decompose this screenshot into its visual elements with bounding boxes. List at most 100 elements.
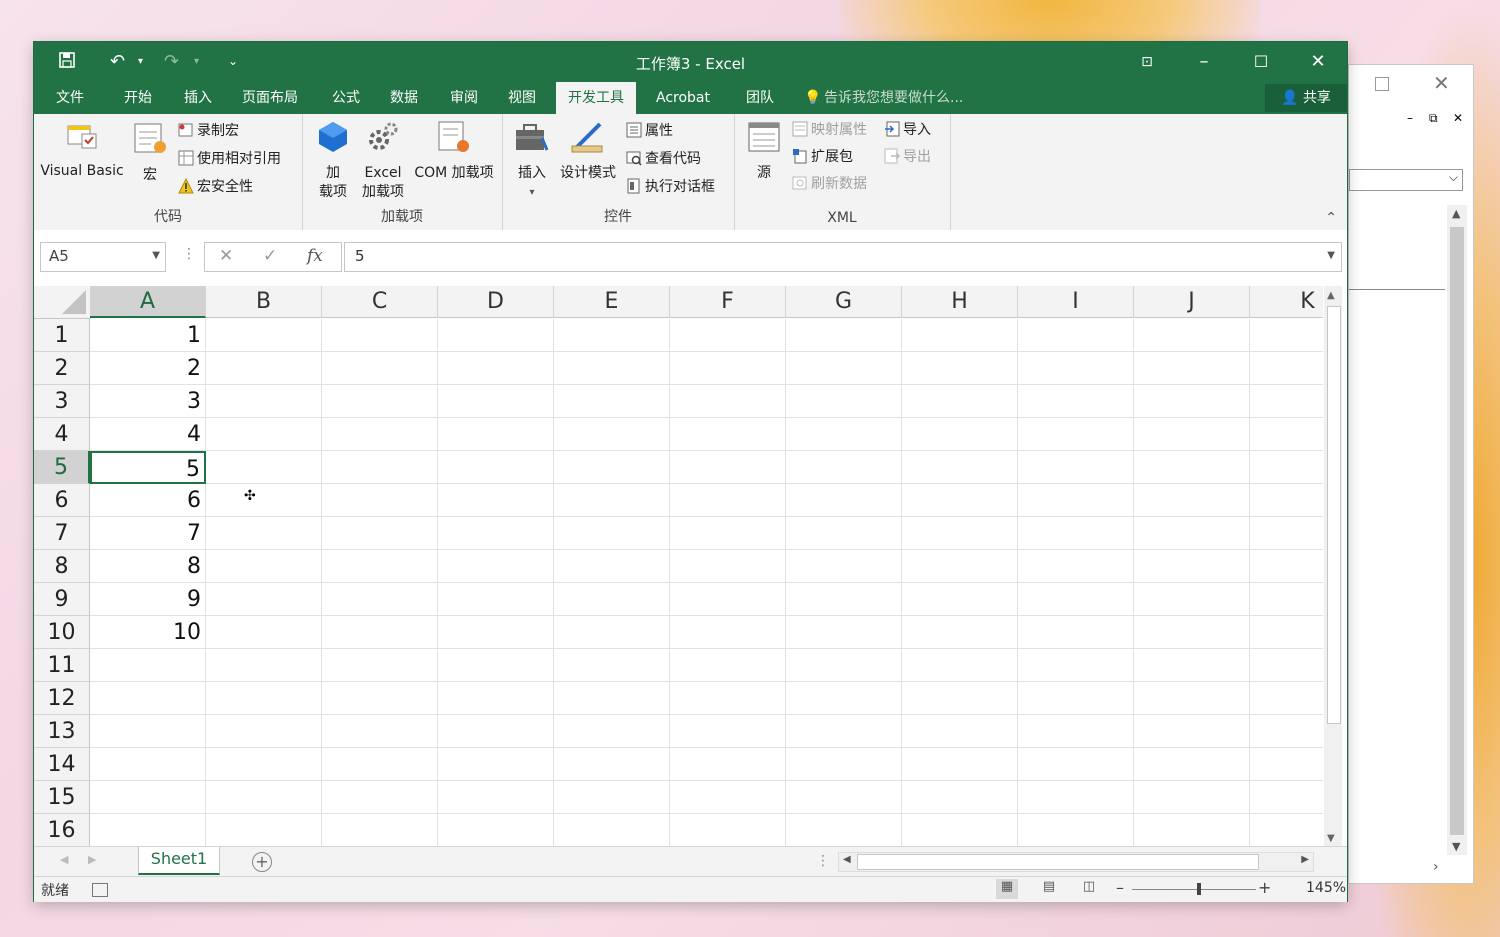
cell-a1[interactable]: 1	[90, 319, 206, 352]
cell-i2[interactable]	[1018, 352, 1134, 385]
cell-c7[interactable]	[322, 517, 438, 550]
cell-j14[interactable]	[1134, 748, 1250, 781]
cell-k8[interactable]	[1250, 550, 1323, 583]
cell-i9[interactable]	[1018, 583, 1134, 616]
cell-d12[interactable]	[438, 682, 554, 715]
cell-h12[interactable]	[902, 682, 1018, 715]
cell-f4[interactable]	[670, 418, 786, 451]
cell-f8[interactable]	[670, 550, 786, 583]
cell-j16[interactable]	[1134, 814, 1250, 846]
column-header-b[interactable]: B	[206, 286, 322, 318]
cell-b15[interactable]	[206, 781, 322, 814]
cell-b11[interactable]	[206, 649, 322, 682]
cell-b5[interactable]	[206, 451, 322, 484]
cell-b4[interactable]	[206, 418, 322, 451]
cell-b13[interactable]	[206, 715, 322, 748]
tab-insert[interactable]: 插入	[182, 82, 214, 114]
cell-a11[interactable]	[90, 649, 206, 682]
tab-view[interactable]: 视图	[506, 82, 538, 114]
cell-j6[interactable]	[1134, 484, 1250, 517]
vertical-scrollbar[interactable]: ▲ ▼	[1324, 286, 1342, 846]
cell-i3[interactable]	[1018, 385, 1134, 418]
cell-j11[interactable]	[1134, 649, 1250, 682]
visual-basic-button[interactable]: Visual Basic	[38, 120, 126, 181]
row-header-12[interactable]: 12	[34, 682, 90, 715]
cell-g11[interactable]	[786, 649, 902, 682]
cell-i4[interactable]	[1018, 418, 1134, 451]
row-header-11[interactable]: 11	[34, 649, 90, 682]
cell-h10[interactable]	[902, 616, 1018, 649]
cell-j7[interactable]	[1134, 517, 1250, 550]
sheet-next-icon[interactable]: ▶	[88, 853, 96, 866]
column-header-c[interactable]: C	[322, 286, 438, 318]
cell-g9[interactable]	[786, 583, 902, 616]
cell-b1[interactable]	[206, 319, 322, 352]
name-box[interactable]: A5 ▼	[40, 242, 166, 272]
column-header-h[interactable]: H	[902, 286, 1018, 318]
cell-k16[interactable]	[1250, 814, 1323, 846]
cell-d9[interactable]	[438, 583, 554, 616]
cell-g14[interactable]	[786, 748, 902, 781]
cell-f6[interactable]	[670, 484, 786, 517]
cell-d11[interactable]	[438, 649, 554, 682]
cell-k7[interactable]	[1250, 517, 1323, 550]
cell-b8[interactable]	[206, 550, 322, 583]
cell-b6[interactable]	[206, 484, 322, 517]
cell-e6[interactable]	[554, 484, 670, 517]
cell-k13[interactable]	[1250, 715, 1323, 748]
scroll-right-icon[interactable]: ›	[1433, 859, 1439, 875]
column-header-a[interactable]: A	[90, 286, 206, 318]
cell-c6[interactable]	[322, 484, 438, 517]
close-icon[interactable]: ✕	[1433, 71, 1450, 95]
cell-i8[interactable]	[1018, 550, 1134, 583]
cell-f2[interactable]	[670, 352, 786, 385]
properties-button[interactable]: 属性	[626, 120, 673, 142]
minimize-icon[interactable]: –	[1179, 48, 1229, 76]
import-button[interactable]: 导入	[884, 119, 931, 141]
cell-f11[interactable]	[670, 649, 786, 682]
cell-g3[interactable]	[786, 385, 902, 418]
horizontal-scroll-thumb[interactable]	[857, 854, 1259, 870]
cell-i13[interactable]	[1018, 715, 1134, 748]
cell-a7[interactable]: 7	[90, 517, 206, 550]
cell-a8[interactable]: 8	[90, 550, 206, 583]
cell-g15[interactable]	[786, 781, 902, 814]
cell-c16[interactable]	[322, 814, 438, 846]
cancel-icon[interactable]: ✕	[219, 246, 233, 266]
column-header-f[interactable]: F	[670, 286, 786, 318]
scroll-left-icon[interactable]: ◀	[843, 854, 851, 865]
cell-g5[interactable]	[786, 451, 902, 484]
cell-b12[interactable]	[206, 682, 322, 715]
row-header-10[interactable]: 10	[34, 616, 90, 649]
cell-f1[interactable]	[670, 319, 786, 352]
cell-e16[interactable]	[554, 814, 670, 846]
cell-h9[interactable]	[902, 583, 1018, 616]
row-header-14[interactable]: 14	[34, 748, 90, 781]
close-icon[interactable]: ✕	[1453, 111, 1463, 125]
scroll-down-icon[interactable]: ▼	[1452, 840, 1460, 853]
row-header-3[interactable]: 3	[34, 385, 90, 418]
share-button[interactable]: 👤 共享	[1265, 84, 1347, 112]
tab-review[interactable]: 审阅	[448, 82, 480, 114]
cell-a4[interactable]: 4	[90, 418, 206, 451]
cell-e9[interactable]	[554, 583, 670, 616]
cell-g12[interactable]	[786, 682, 902, 715]
row-header-7[interactable]: 7	[34, 517, 90, 550]
cell-e4[interactable]	[554, 418, 670, 451]
tab-file[interactable]: 文件	[54, 82, 86, 114]
column-header-k[interactable]: K	[1250, 286, 1323, 318]
cell-k12[interactable]	[1250, 682, 1323, 715]
cell-g4[interactable]	[786, 418, 902, 451]
cell-k15[interactable]	[1250, 781, 1323, 814]
record-macro-button[interactable]: 录制宏	[178, 120, 239, 142]
cell-f3[interactable]	[670, 385, 786, 418]
zoom-slider-knob[interactable]	[1197, 883, 1201, 895]
cell-c10[interactable]	[322, 616, 438, 649]
cell-a10[interactable]: 10	[90, 616, 206, 649]
cell-d14[interactable]	[438, 748, 554, 781]
cell-i1[interactable]	[1018, 319, 1134, 352]
cell-h4[interactable]	[902, 418, 1018, 451]
column-header-g[interactable]: G	[786, 286, 902, 318]
cell-f9[interactable]	[670, 583, 786, 616]
row-header-4[interactable]: 4	[34, 418, 90, 451]
